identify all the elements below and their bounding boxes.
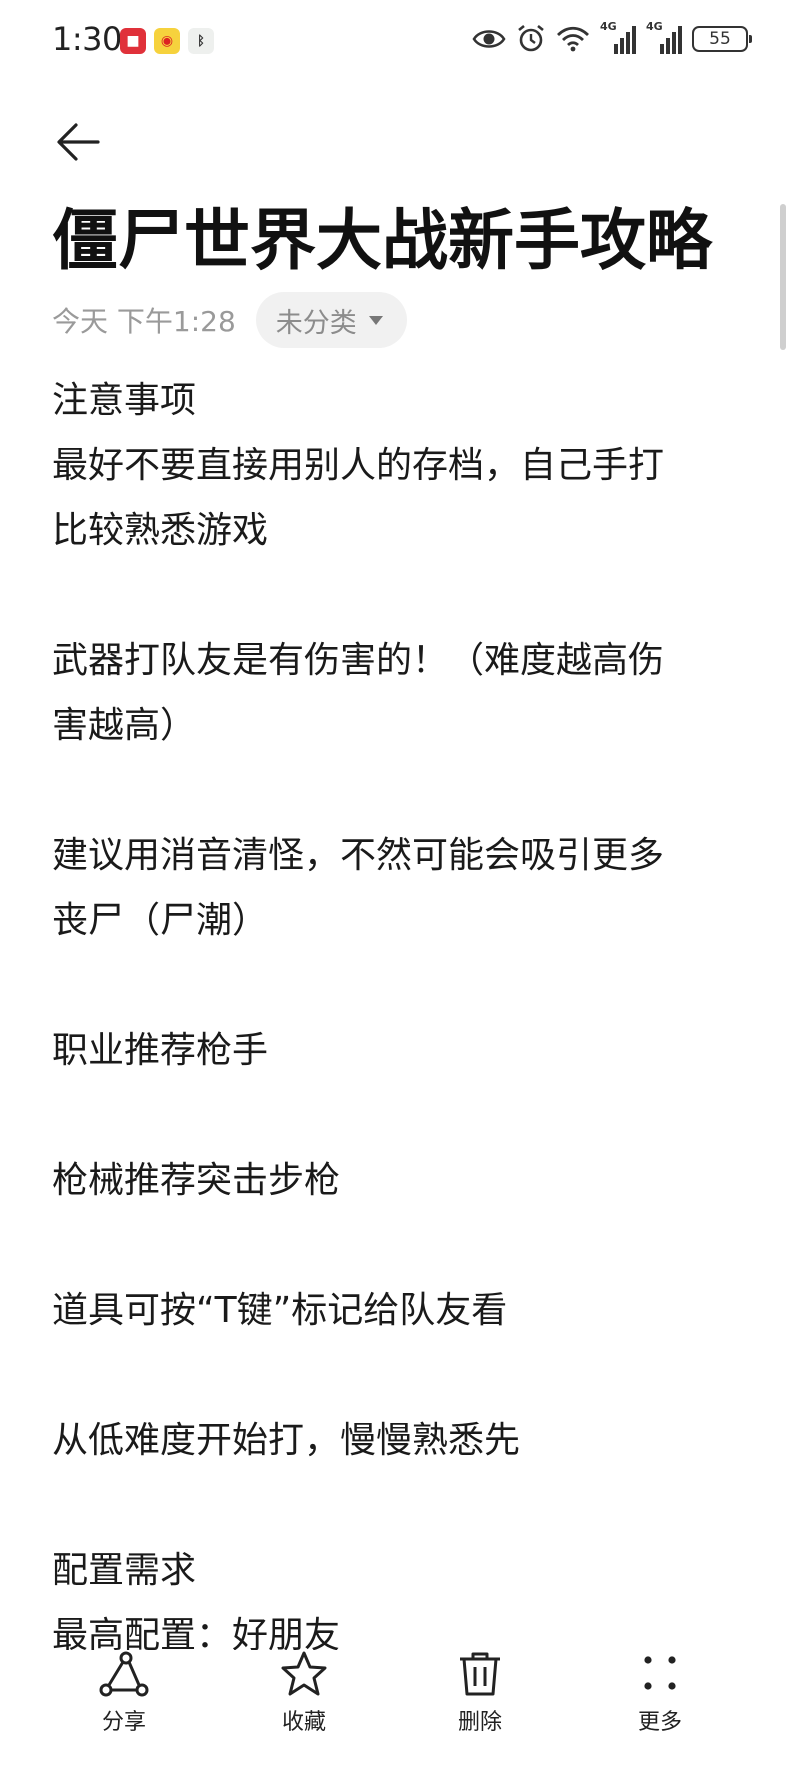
back-button[interactable] bbox=[52, 116, 104, 168]
battery-indicator: 55 bbox=[692, 26, 752, 52]
note-line-blank bbox=[52, 1473, 752, 1538]
note-title[interactable]: 僵尸世界大战新手攻略 bbox=[52, 196, 762, 286]
cell-signal-1: 4G bbox=[600, 20, 636, 56]
note-line-blank bbox=[52, 758, 752, 823]
note-line: 比较熟悉游戏 bbox=[52, 510, 269, 551]
note-line: 职业推荐枪手 bbox=[52, 1030, 269, 1071]
back-arrow-icon bbox=[57, 123, 100, 161]
share-label: 分享 bbox=[101, 1710, 146, 1735]
note-line: 枪械推荐突击步枪 bbox=[52, 1160, 341, 1201]
battery-level: 55 bbox=[709, 29, 731, 49]
red-app-icon: ■ bbox=[120, 28, 146, 54]
note-line-blank bbox=[52, 953, 752, 1018]
note-line: 建议用消音清怪，不然可能会吸引更多 bbox=[52, 835, 665, 876]
scrollbar[interactable] bbox=[780, 204, 786, 350]
eye-icon bbox=[472, 30, 506, 48]
cell-signal-2: 4G bbox=[646, 20, 682, 56]
more-button[interactable]: 更多 bbox=[600, 1650, 720, 1736]
favorite-label: 收藏 bbox=[281, 1710, 326, 1735]
note-line: 害越高） bbox=[52, 705, 197, 746]
category-label: 未分类 bbox=[275, 307, 357, 339]
note-line-blank bbox=[52, 1213, 752, 1278]
weibo-icon: ◉ bbox=[154, 28, 180, 54]
note-line: 武器打队友是有伤害的！（难度越高伤 bbox=[52, 640, 665, 681]
note-date: 今天 下午1:28 bbox=[52, 305, 236, 338]
favorite-button[interactable]: 收藏 bbox=[244, 1650, 364, 1736]
more-label: 更多 bbox=[637, 1710, 682, 1735]
note-line: 注意事项 bbox=[52, 380, 197, 421]
bluetooth-app-icon: ᛒ bbox=[188, 28, 214, 54]
note-line-blank bbox=[52, 1343, 752, 1408]
trash-icon bbox=[460, 1652, 500, 1696]
chevron-down-icon bbox=[368, 315, 383, 325]
alarm-icon bbox=[518, 24, 544, 52]
note-line: 从低难度开始打，慢慢熟悉先 bbox=[52, 1420, 521, 1461]
category-dropdown[interactable]: 未分类 bbox=[255, 292, 407, 348]
note-line: 配置需求 bbox=[52, 1550, 197, 1591]
delete-label: 删除 bbox=[457, 1710, 502, 1735]
note-line-blank bbox=[52, 1083, 752, 1148]
signal-bars-icon bbox=[660, 26, 682, 54]
more-dots-icon bbox=[644, 1656, 676, 1690]
note-body[interactable]: 注意事项 最好不要直接用别人的存档，自己手打 比较熟悉游戏 武器打队友是有伤害的… bbox=[52, 368, 752, 1668]
star-icon bbox=[281, 1651, 327, 1696]
status-bar: 1:30 ■ ◉ ᛒ 4G 4G 55 bbox=[0, 0, 800, 84]
note-meta: 今天 下午1:28 未分类 bbox=[52, 292, 407, 348]
share-icon bbox=[99, 1651, 149, 1697]
notification-icons: ■ ◉ ᛒ bbox=[120, 28, 214, 54]
note-line-blank bbox=[52, 563, 752, 628]
signal-bars-icon bbox=[614, 26, 636, 54]
bottom-toolbar: 分享 收藏 删除 更多 bbox=[0, 1650, 800, 1780]
share-button[interactable]: 分享 bbox=[64, 1650, 184, 1736]
note-line: 丧尸（尸潮） bbox=[52, 900, 269, 941]
delete-button[interactable]: 删除 bbox=[420, 1650, 540, 1736]
note-line: 道具可按“T键”标记给队友看 bbox=[52, 1290, 508, 1331]
status-time: 1:30 bbox=[52, 20, 122, 58]
system-icons: 4G 4G 55 bbox=[472, 20, 752, 56]
wifi-icon bbox=[557, 26, 589, 52]
note-line: 最好不要直接用别人的存档，自己手打 bbox=[52, 445, 665, 486]
